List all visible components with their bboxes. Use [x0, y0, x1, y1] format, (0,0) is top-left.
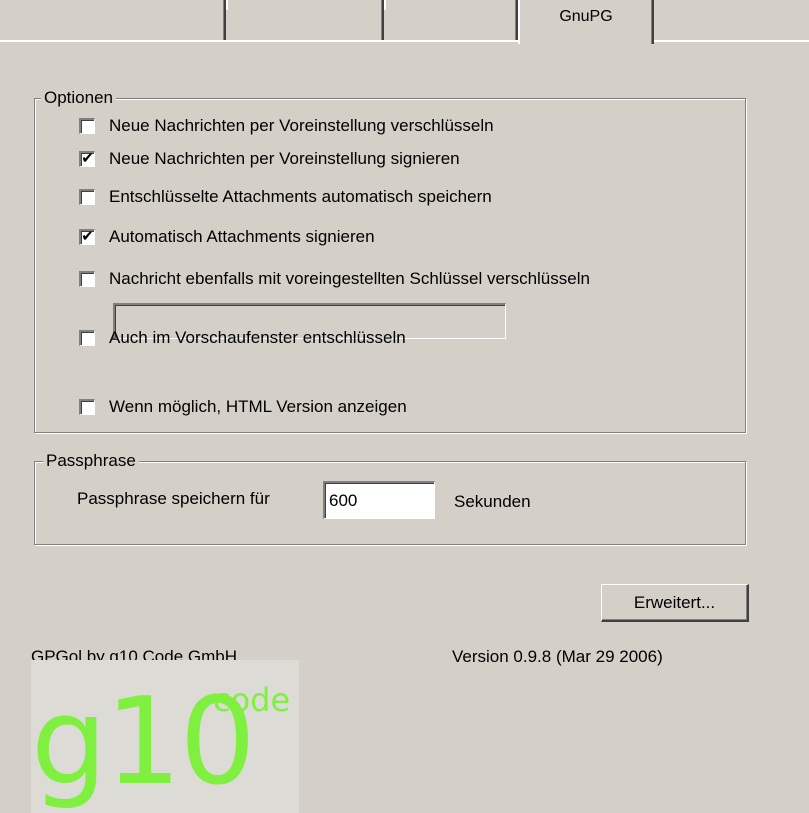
- checkbox-encrypt-with-default-key[interactable]: [79, 271, 95, 287]
- check-icon: ✔: [81, 228, 94, 245]
- tab-gnupg[interactable]: GnuPG: [518, 0, 654, 44]
- checkbox-sign-attachments[interactable]: ✔: [79, 228, 95, 245]
- option-label: Auch im Vorschaufenster entschlüsseln: [109, 328, 406, 347]
- passphrase-seconds-input[interactable]: [325, 483, 434, 518]
- option-save-decrypted-attachments[interactable]: Entschlüsselte Attachments automatisch s…: [79, 186, 492, 208]
- passphrase-seconds-field[interactable]: [323, 481, 435, 519]
- checkbox-encrypt-default[interactable]: [79, 118, 95, 134]
- option-decrypt-preview[interactable]: Auch im Vorschaufenster entschlüsseln: [79, 327, 406, 349]
- option-encrypt-with-default-key[interactable]: Nachricht ebenfalls mit voreingestellten…: [79, 268, 590, 290]
- tab-3[interactable]: [384, 0, 518, 40]
- option-label: Entschlüsselte Attachments automatisch s…: [109, 187, 492, 206]
- tab-1[interactable]: [0, 0, 226, 40]
- option-label: Neue Nachrichten per Voreinstellung vers…: [109, 116, 494, 135]
- checkbox-decrypt-preview[interactable]: [79, 330, 95, 346]
- checkbox-sign-default[interactable]: ✔: [79, 150, 95, 167]
- passphrase-legend: Passphrase: [43, 451, 139, 471]
- check-icon: ✔: [81, 150, 94, 167]
- checkbox-show-html[interactable]: [79, 399, 95, 415]
- option-show-html[interactable]: Wenn möglich, HTML Version anzeigen: [79, 396, 407, 418]
- tab-5[interactable]: [654, 0, 809, 40]
- optionen-legend: Optionen: [41, 88, 116, 108]
- option-sign-attachments[interactable]: ✔ Automatisch Attachments signieren: [79, 226, 375, 248]
- erweitert-button[interactable]: Erweitert...: [601, 584, 749, 622]
- logo-sup-text: code: [213, 681, 291, 719]
- version-text: Version 0.9.8 (Mar 29 2006): [452, 647, 663, 666]
- option-encrypt-default[interactable]: Neue Nachrichten per Voreinstellung vers…: [79, 115, 494, 137]
- erweitert-button-label: Erweitert...: [633, 592, 716, 612]
- option-label: Nachricht ebenfalls mit voreingestellten…: [109, 269, 590, 288]
- g10-code-logo: g10 code: [31, 660, 299, 813]
- tab-2[interactable]: [226, 0, 384, 40]
- option-label: Automatisch Attachments signieren: [109, 227, 375, 246]
- option-label: Neue Nachrichten per Voreinstellung sign…: [109, 149, 460, 168]
- option-sign-default[interactable]: ✔ Neue Nachrichten per Voreinstellung si…: [79, 148, 460, 170]
- passphrase-unit: Sekunden: [454, 492, 531, 511]
- tab-strip: GnuPG: [0, 0, 809, 44]
- checkbox-save-decrypted-attachments[interactable]: [79, 189, 95, 205]
- option-label: Wenn möglich, HTML Version anzeigen: [109, 397, 407, 416]
- passphrase-label: Passphrase speichern für: [77, 489, 270, 508]
- tab-baseline: [0, 40, 809, 42]
